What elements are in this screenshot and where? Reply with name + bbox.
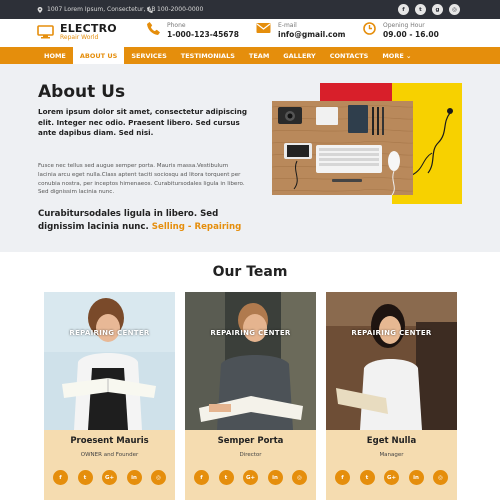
header-hours: Opening Hour 09.00 - 16.00: [363, 22, 439, 40]
linkedin-icon[interactable]: in: [267, 470, 283, 485]
member-photo-illustration: [326, 292, 457, 430]
team-card: REPAIRING CENTER Proesent Mauris OWNER a…: [44, 292, 175, 500]
top-bar: 1007 Lorem Ipsum, Consectetur, AB 100-20…: [0, 0, 500, 19]
google-plus-icon[interactable]: G+: [384, 470, 399, 485]
top-address-text: 1007 Lorem Ipsum, Consectetur, AB: [47, 6, 156, 13]
team-photo: REPAIRING CENTER: [185, 292, 316, 430]
google-plus-icon[interactable]: g: [432, 4, 443, 15]
top-address: 1007 Lorem Ipsum, Consectetur, AB: [37, 6, 156, 13]
about-image: [272, 83, 462, 204]
twitter-icon[interactable]: t: [218, 470, 234, 485]
facebook-icon[interactable]: f: [53, 470, 68, 485]
logo[interactable]: ELECTRO Repair World: [37, 23, 117, 41]
nav-item-gallery[interactable]: GALLERY: [276, 47, 322, 64]
member-photo-illustration: [44, 292, 175, 430]
top-phone: 100-2000-0000: [147, 6, 203, 13]
map-pin-icon: [37, 6, 43, 13]
twitter-icon[interactable]: t: [359, 470, 375, 485]
nav-item-contacts[interactable]: CONTACTS: [323, 47, 376, 64]
about-lead: Lorem ipsum dolor sit amet, consectetur …: [38, 107, 247, 137]
team-info: Semper Porta Director f t G+ in ◎: [185, 430, 316, 500]
member-role: Director: [239, 452, 262, 458]
team-photo: REPAIRING CENTER: [44, 292, 175, 430]
about-body: Fusce nec tellus sed augue semper porta.…: [38, 163, 245, 196]
nav-item-about-us[interactable]: ABOUT US: [72, 47, 125, 64]
nav-item-home[interactable]: HOME: [37, 47, 73, 64]
facebook-icon[interactable]: f: [194, 470, 209, 485]
linkedin-icon[interactable]: in: [408, 470, 424, 485]
team-info: Proesent Mauris OWNER and Founder f t G+…: [44, 430, 175, 500]
about-cta: Curabitursodales ligula in libero. Sed d…: [38, 208, 253, 234]
member-name: Semper Porta: [217, 436, 284, 446]
about-section: About Us Lorem ipsum dolor sit amet, con…: [0, 64, 500, 252]
desk-photo: [272, 101, 413, 196]
facebook-icon[interactable]: f: [398, 4, 409, 15]
nav-item-more[interactable]: MORE ⌄: [375, 47, 418, 64]
phone-value[interactable]: 1-000-123-45678: [167, 30, 239, 40]
header-phone: Phone 1-000-123-45678: [147, 22, 239, 40]
phone-icon: [147, 22, 160, 35]
team-caption: REPAIRING CENTER: [210, 329, 291, 337]
team-title: Our Team: [212, 264, 288, 280]
member-socials: f t G+ in ◎: [194, 470, 307, 485]
header-email: E-mail info@gmail.com: [256, 22, 345, 40]
about-cta-highlight[interactable]: Selling - Repairing: [152, 222, 241, 232]
twitter-icon[interactable]: t: [415, 4, 426, 15]
phone-icon: [147, 6, 153, 13]
brand-name: ELECTRO: [60, 22, 117, 35]
instagram-icon[interactable]: ◎: [433, 470, 448, 485]
email-value[interactable]: info@gmail.com: [278, 30, 345, 40]
team-photo: REPAIRING CENTER: [326, 292, 457, 430]
phone-label: Phone: [167, 22, 186, 29]
instagram-icon[interactable]: ◎: [151, 470, 166, 485]
instagram-icon[interactable]: ◎: [449, 4, 460, 15]
member-socials: f t G+ in ◎: [53, 470, 166, 485]
team-info: Eget Nulla Manager f t G+ in ◎: [326, 430, 457, 500]
about-title: About Us: [38, 82, 126, 102]
team-caption: REPAIRING CENTER: [69, 329, 150, 337]
nav-item-testimonials[interactable]: TESTIMONIALS: [174, 47, 242, 64]
brand-tagline: Repair World: [60, 34, 99, 41]
twitter-icon[interactable]: t: [77, 470, 93, 485]
google-plus-icon[interactable]: G+: [102, 470, 117, 485]
google-plus-icon[interactable]: G+: [243, 470, 258, 485]
envelope-icon: [256, 23, 271, 33]
instagram-icon[interactable]: ◎: [292, 470, 307, 485]
member-photo-illustration: [185, 292, 316, 430]
clock-icon: [363, 22, 376, 35]
linkedin-icon[interactable]: in: [126, 470, 142, 485]
nav-items: HOME ABOUT US SERVICES TESTIMONIALS TEAM…: [37, 47, 419, 64]
hours-label: Opening Hour: [383, 22, 425, 29]
team-card: REPAIRING CENTER Semper Porta Director f…: [185, 292, 316, 500]
member-socials: f t G+ in ◎: [335, 470, 448, 485]
top-socials: f t g ◎: [398, 4, 460, 15]
facebook-icon[interactable]: f: [335, 470, 350, 485]
hours-value: 09.00 - 16.00: [383, 30, 439, 39]
member-name: Proesent Mauris: [70, 436, 149, 446]
team-caption: REPAIRING CENTER: [351, 329, 432, 337]
team-card: REPAIRING CENTER Eget Nulla Manager f t …: [326, 292, 457, 500]
member-role: OWNER and Founder: [80, 452, 139, 458]
member-name: Eget Nulla: [366, 436, 417, 446]
monitor-logo-icon: [37, 25, 54, 39]
header: ELECTRO Repair World Phone 1-000-123-456…: [0, 19, 500, 47]
red-panel: [320, 83, 392, 103]
nav-item-team[interactable]: TEAM: [242, 47, 276, 64]
email-label: E-mail: [278, 22, 297, 29]
top-phone-text: 100-2000-0000: [157, 6, 204, 13]
desk-items-illustration: [272, 101, 413, 196]
main-nav: HOME ABOUT US SERVICES TESTIMONIALS TEAM…: [0, 47, 500, 64]
member-role: Manager: [379, 452, 404, 458]
nav-item-services[interactable]: SERVICES: [124, 47, 173, 64]
